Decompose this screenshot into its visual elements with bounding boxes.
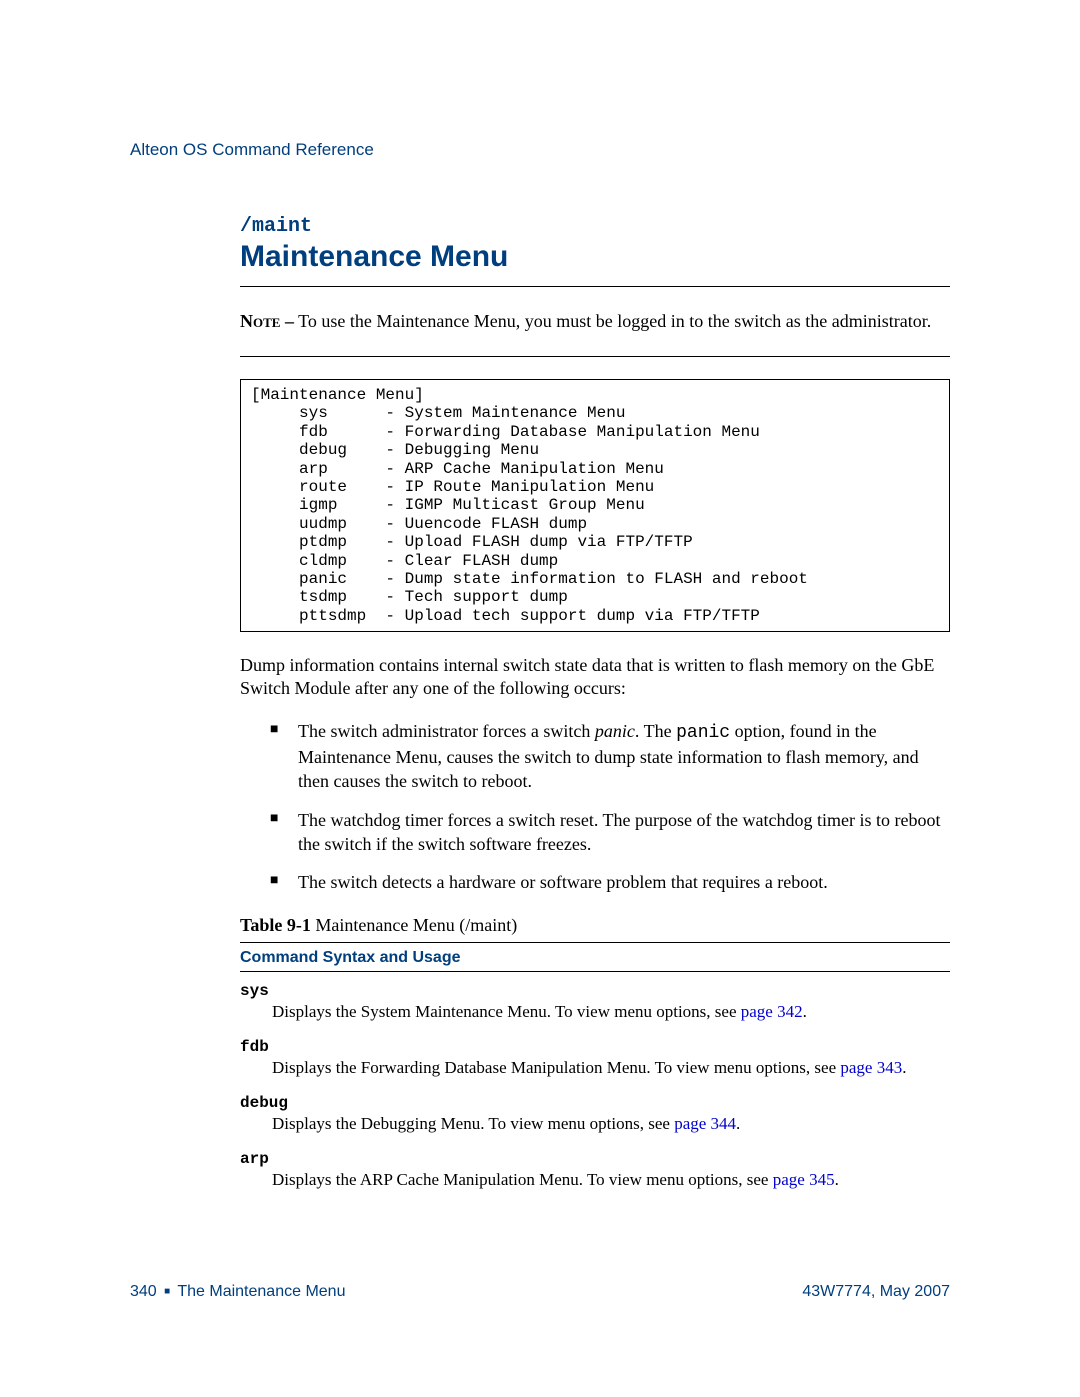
desc-text: Displays the ARP Cache Manipulation Menu… [272,1170,773,1189]
intro-paragraph: Dump information contains internal switc… [240,654,950,701]
table-row: fdb Displays the Forwarding Database Man… [240,1038,950,1078]
page-number: 340 [130,1283,157,1300]
table-label: Table 9-1 [240,915,311,935]
page-link[interactable]: page 343 [840,1058,902,1077]
command-description: Displays the ARP Cache Manipulation Menu… [272,1170,950,1190]
page-link[interactable]: page 345 [773,1170,835,1189]
table-row: arp Displays the ARP Cache Manipulation … [240,1150,950,1190]
bullet-text-pre: The switch administrator forces a switch [298,721,595,741]
running-header: Alteon OS Command Reference [130,140,950,160]
page-title: Maintenance Menu [240,240,950,274]
terminal-output: [Maintenance Menu] sys - System Maintena… [240,379,950,632]
desc-text: Displays the Debugging Menu. To view men… [272,1114,674,1133]
command-name: fdb [240,1038,950,1056]
footer-chapter: The Maintenance Menu [177,1283,345,1300]
note-text: To use the Maintenance Menu, you must be… [294,311,931,331]
desc-post: . [902,1058,906,1077]
table-row: sys Displays the System Maintenance Menu… [240,982,950,1022]
command-description: Displays the System Maintenance Menu. To… [272,1002,950,1022]
note-paragraph: Note – To use the Maintenance Menu, you … [240,311,950,332]
desc-post: . [803,1002,807,1021]
bullet-list: The switch administrator forces a switch… [270,719,950,895]
command-description: Displays the Forwarding Database Manipul… [272,1058,950,1078]
table-caption: Table 9-1 Maintenance Menu (/maint) [240,915,950,936]
desc-text: Displays the System Maintenance Menu. To… [272,1002,741,1021]
title-rule [240,286,950,287]
page-link[interactable]: page 342 [741,1002,803,1021]
footer-left: 340 ■ The Maintenance Menu [130,1283,345,1301]
command-name: arp [240,1150,950,1168]
bullet-text: The watchdog timer forces a switch reset… [298,810,940,854]
table-header: Command Syntax and Usage [240,942,950,972]
desc-post: . [835,1170,839,1189]
footer-bullet-icon: ■ [161,1286,173,1297]
list-item: The watchdog timer forces a switch reset… [270,808,950,857]
desc-text: Displays the Forwarding Database Manipul… [272,1058,840,1077]
bullet-italic: panic [595,721,635,741]
footer-right: 43W7774, May 2007 [802,1283,950,1301]
command-path: /maint [240,215,950,238]
table-row: debug Displays the Debugging Menu. To vi… [240,1094,950,1134]
desc-post: . [736,1114,740,1133]
page-footer: 340 ■ The Maintenance Menu 43W7774, May … [130,1283,950,1301]
command-description: Displays the Debugging Menu. To view men… [272,1114,950,1134]
intro-part1: Dump information contains internal switc… [240,655,901,675]
bullet-text: The switch detects a hardware or softwar… [298,872,828,892]
list-item: The switch detects a hardware or softwar… [270,870,950,894]
command-name: sys [240,982,950,1000]
bullet-text-mid1: . The [635,721,676,741]
page-link[interactable]: page 344 [674,1114,736,1133]
intro-part2: after any one of the following occurs: [351,678,626,698]
table-caption-text: Maintenance Menu (/maint) [311,915,517,935]
note-label: Note – [240,311,294,331]
bullet-mono: panic [676,723,730,743]
command-name: debug [240,1094,950,1112]
list-item: The switch administrator forces a switch… [270,719,950,794]
